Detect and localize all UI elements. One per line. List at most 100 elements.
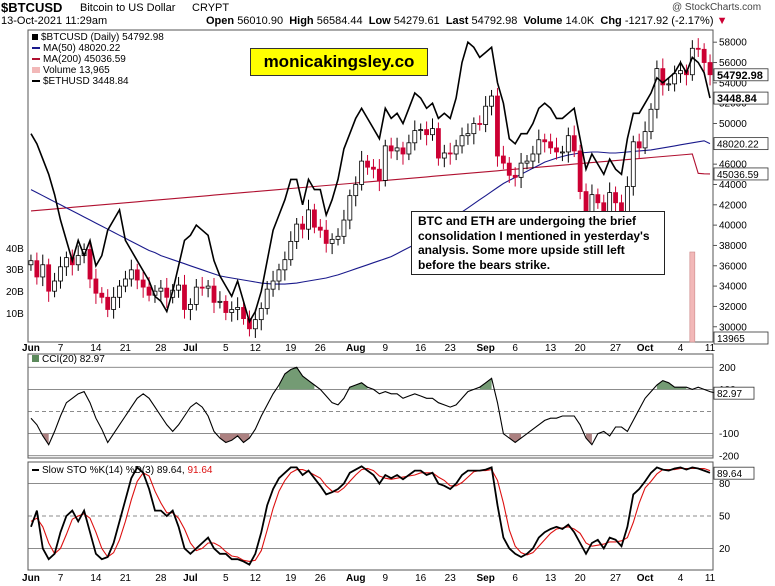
price-x-label: 6 bbox=[512, 343, 518, 354]
candle-body bbox=[577, 150, 583, 192]
candle-body bbox=[453, 145, 459, 155]
candle-body bbox=[264, 288, 270, 309]
sto-value-tag-text: 89.64 bbox=[717, 469, 742, 480]
candle-body bbox=[335, 235, 341, 240]
candle-body bbox=[536, 139, 542, 155]
candle-body bbox=[406, 142, 412, 155]
legend-eth-text: $ETHUSD 3448.84 bbox=[43, 76, 129, 87]
legend-ma50-text: MA(50) 48020.22 bbox=[43, 43, 121, 54]
price-x-label: 12 bbox=[250, 343, 262, 354]
candle-body bbox=[111, 296, 117, 310]
candle-body bbox=[430, 128, 435, 136]
price-x-label: 13 bbox=[545, 343, 557, 354]
legend-volume-text: Volume 13,965 bbox=[43, 65, 110, 76]
price-x-label: Jun bbox=[22, 343, 40, 354]
candle-body bbox=[270, 280, 276, 290]
sto-x-label: 7 bbox=[58, 573, 64, 584]
candle-body bbox=[300, 223, 305, 230]
sto-x-label: 13 bbox=[545, 573, 557, 584]
candle-body bbox=[630, 141, 636, 187]
candle-body bbox=[707, 62, 713, 76]
candle-body bbox=[146, 286, 152, 296]
candle-body bbox=[695, 47, 701, 50]
candle-body bbox=[441, 152, 447, 159]
value-tag-text: 13965 bbox=[717, 334, 745, 345]
candle-body bbox=[223, 300, 229, 313]
sto-axis-label: 50 bbox=[719, 512, 731, 523]
price-x-label: 19 bbox=[285, 343, 297, 354]
price-x-label: 21 bbox=[120, 343, 132, 354]
candle-body bbox=[518, 162, 524, 178]
candle-body bbox=[282, 259, 288, 271]
sto-x-label: 16 bbox=[415, 573, 427, 584]
candle-body bbox=[34, 260, 40, 278]
price-x-label: 16 bbox=[415, 343, 427, 354]
sto-x-label: 14 bbox=[90, 573, 102, 584]
cci-legend-text: CCI(20) 82.97 bbox=[42, 354, 105, 365]
price-axis-label: 44000 bbox=[719, 180, 747, 191]
legend-ma50: MA(50) 48020.22 bbox=[32, 44, 120, 54]
legend-main: $BTCUSD (Daily) 54792.98 bbox=[32, 33, 164, 43]
candle-body bbox=[205, 285, 211, 289]
cci-swatch-icon bbox=[32, 355, 39, 362]
candle-body bbox=[306, 209, 311, 230]
candle-body bbox=[46, 264, 52, 292]
candle-body bbox=[63, 257, 69, 268]
price-x-label: 4 bbox=[678, 343, 684, 354]
candle-body bbox=[40, 264, 46, 278]
price-x-label: 28 bbox=[155, 343, 167, 354]
candle-body bbox=[436, 128, 441, 159]
legend-eth: $ETHUSD 3448.84 bbox=[32, 77, 129, 87]
sto-x-label: 19 bbox=[285, 573, 297, 584]
candle-body bbox=[58, 266, 63, 282]
price-panel-frame bbox=[27, 29, 714, 343]
price-x-label: 20 bbox=[575, 343, 587, 354]
candle-body bbox=[28, 260, 34, 266]
candle-body bbox=[500, 155, 506, 164]
sto-legend: Slow STO %K(14) %D(3) 89.64, 91.64 bbox=[32, 465, 212, 476]
price-x-label: 26 bbox=[315, 343, 327, 354]
candle-body bbox=[128, 269, 134, 280]
annotation-box: BTC and ETH are undergoing the brief con… bbox=[411, 211, 665, 275]
candle-body bbox=[489, 95, 494, 107]
candle-body bbox=[52, 280, 57, 292]
candle-body bbox=[554, 147, 559, 153]
candle-body bbox=[382, 145, 388, 181]
candle-body bbox=[217, 300, 223, 303]
candle-body bbox=[341, 219, 347, 237]
sto-x-label: 20 bbox=[575, 573, 587, 584]
candle-body bbox=[560, 151, 565, 154]
candle-body bbox=[376, 168, 382, 181]
candle-body bbox=[323, 229, 329, 244]
value-tag-text: 48020.22 bbox=[717, 140, 759, 151]
sto-x-label: 5 bbox=[223, 573, 229, 584]
cci-panel-frame bbox=[27, 353, 714, 459]
cci-axis-label: -100 bbox=[719, 429, 739, 440]
price-axis-label: 50000 bbox=[719, 119, 747, 130]
price-axis-label: 58000 bbox=[719, 38, 747, 49]
price-chart: 5800056000540005200050000460004400042000… bbox=[6, 29, 769, 584]
candle-body bbox=[672, 73, 678, 85]
candle-body bbox=[471, 123, 477, 135]
cci-value-tag-text: 82.97 bbox=[717, 389, 742, 400]
candle-body bbox=[477, 123, 483, 125]
price-x-label: 11 bbox=[705, 343, 716, 354]
price-axis-label: 40000 bbox=[719, 221, 747, 232]
candle-body bbox=[530, 153, 536, 162]
candle-body bbox=[371, 166, 376, 170]
candle-body bbox=[571, 135, 577, 152]
candle-swatch-icon bbox=[32, 34, 38, 41]
candle-body bbox=[329, 238, 335, 244]
sto-x-label: Jul bbox=[183, 573, 198, 584]
sto-x-label: 23 bbox=[445, 573, 457, 584]
price-x-label: Aug bbox=[346, 343, 365, 354]
candle-body bbox=[613, 192, 618, 204]
sto-x-label: Aug bbox=[346, 573, 365, 584]
candle-body bbox=[483, 105, 489, 125]
candle-body bbox=[565, 135, 571, 153]
sto-swatch-icon bbox=[32, 469, 39, 472]
candle-body bbox=[666, 83, 672, 86]
candle-body bbox=[158, 287, 164, 292]
candle-body bbox=[548, 141, 554, 149]
candle-body bbox=[75, 255, 81, 266]
